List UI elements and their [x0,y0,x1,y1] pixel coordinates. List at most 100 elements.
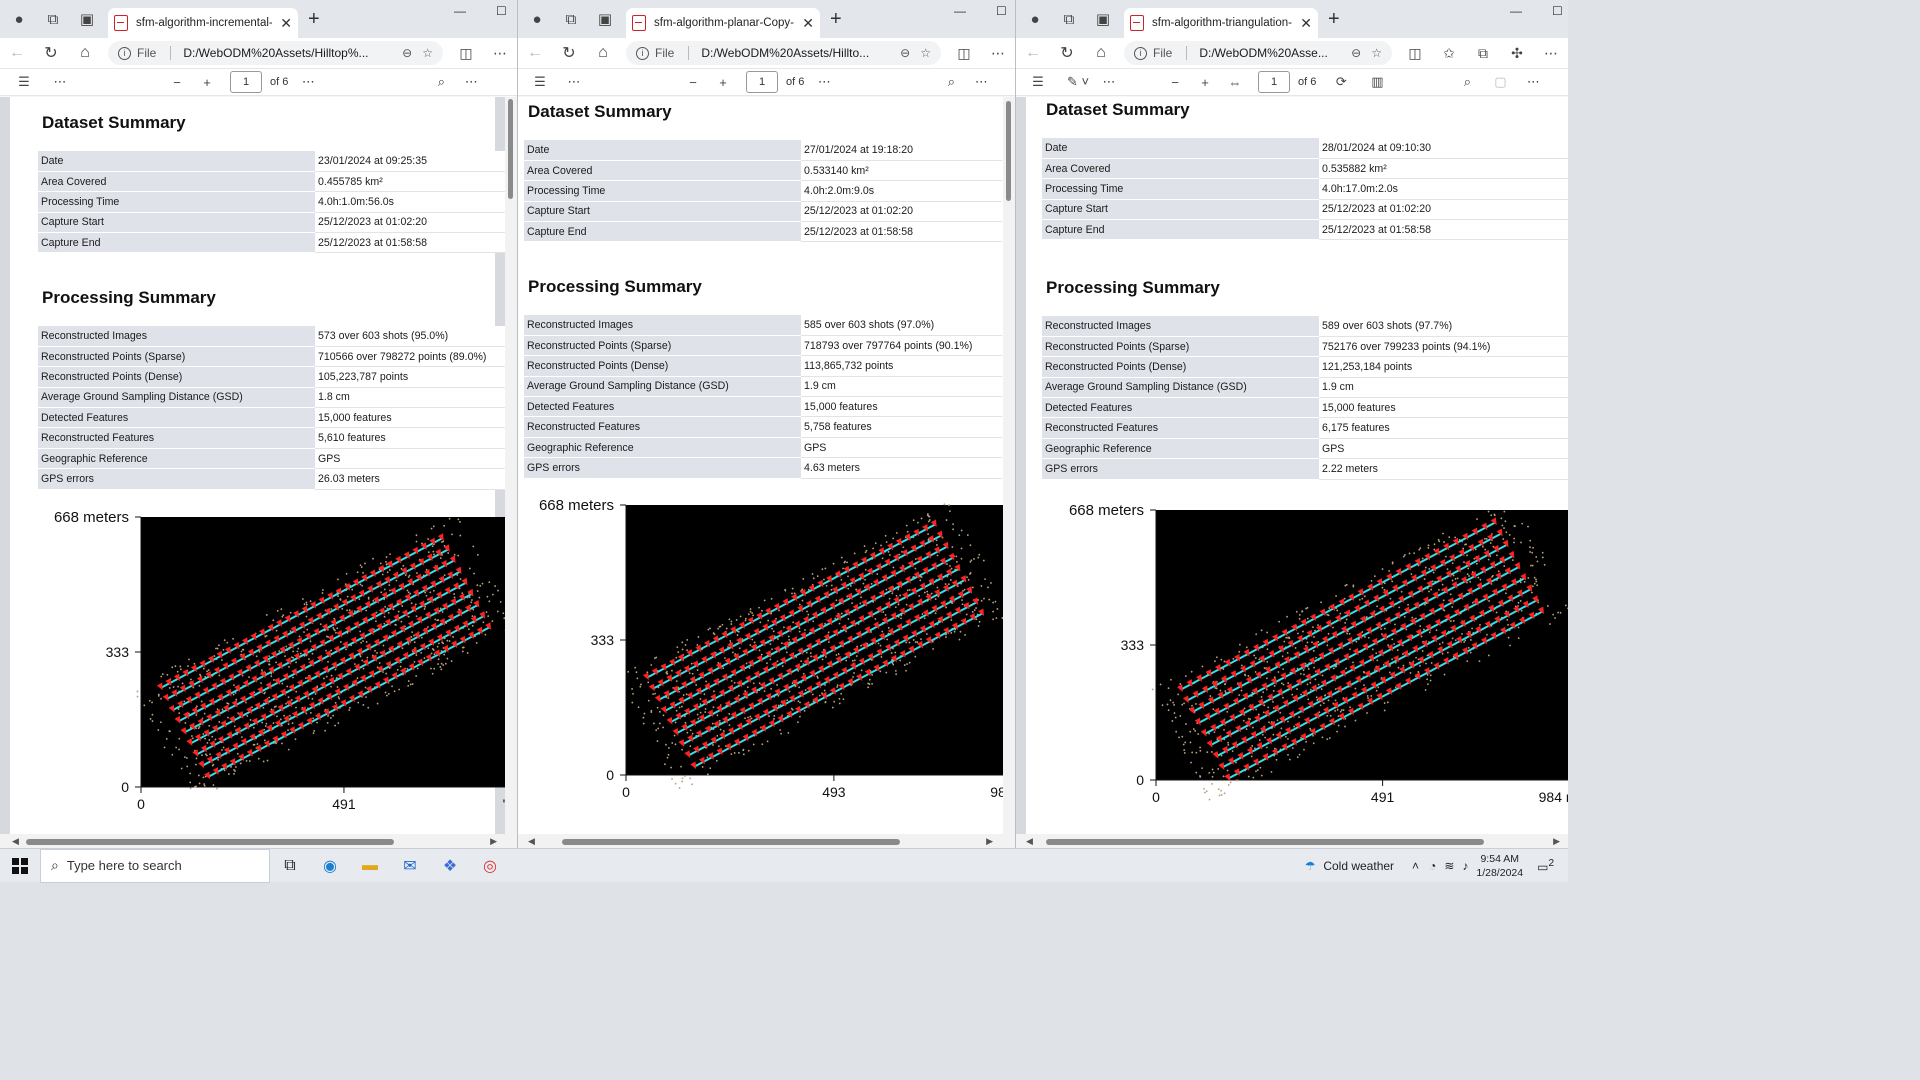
vertical-scrollbar[interactable] [1003,97,1015,834]
horizontal-scrollbar[interactable]: ◀ ▶ [1016,834,1568,848]
taskbar-search[interactable]: ⌕ Type here to search [40,848,270,883]
more-menu-icon[interactable]: ⋯ [1534,45,1568,62]
close-tab-icon[interactable]: ✕ [280,15,292,32]
workspaces-icon[interactable]: ⧉ [1054,4,1084,34]
zoom-icon[interactable]: ⊖ [402,46,412,60]
favorites-icon[interactable]: ✩ [1432,45,1466,62]
minimize-icon[interactable]: — [954,4,966,18]
profile-icon[interactable]: ● [1020,4,1050,34]
save-icon[interactable]: ▢ [1482,74,1518,90]
zoom-in-icon[interactable]: + [192,75,222,90]
task-view-icon[interactable]: ⧉ [270,849,310,883]
workspaces-icon[interactable]: ⧉ [556,4,586,34]
settings-more-icon[interactable]: ⋯ [1518,74,1548,90]
find-icon[interactable]: ⌕ [426,74,456,90]
chrome-icon[interactable]: ◎ [470,849,510,883]
refresh-icon[interactable]: ↻ [552,43,586,63]
active-tab[interactable]: sfm-algorithm-planar-Copy-of-N ✕ [626,8,820,38]
more-menu-icon[interactable]: ⋯ [483,45,517,62]
info-icon[interactable]: i [118,46,131,60]
weather-icon[interactable]: ☂ [1305,859,1316,873]
close-tab-icon[interactable]: ✕ [802,15,814,32]
zoom-icon[interactable]: ⊖ [1351,46,1361,60]
zoom-out-icon[interactable]: − [678,75,708,90]
horizontal-scrollbar[interactable]: ◀ ▶ [518,834,1015,848]
zoom-in-icon[interactable]: + [1190,75,1220,90]
zoom-out-icon[interactable]: − [162,75,192,90]
collections-icon[interactable]: ⧉ [1466,45,1500,62]
rotate-icon[interactable]: ⟳ [1324,74,1358,90]
close-tab-icon[interactable]: ✕ [1300,15,1312,32]
tab-actions-icon[interactable]: ▣ [72,4,102,34]
url-field[interactable]: i File D:/WebODM%20Assets/Hilltop%... ⊖ … [108,41,443,65]
minimize-icon[interactable]: — [454,4,466,18]
back-icon[interactable]: ← [1016,44,1050,62]
favorite-star-icon[interactable]: ☆ [920,46,931,60]
url-field[interactable]: i File D:/WebODM%20Assets/Hillto... ⊖ ☆ [626,41,941,65]
active-tab[interactable]: sfm-algorithm-triangulation-Cop ✕ [1124,8,1318,38]
app-icon[interactable]: ❖ [430,849,470,883]
draw-icon[interactable]: ✎ ˅ [1060,74,1096,90]
contents-icon[interactable]: ☰ [518,74,562,90]
wifi-icon[interactable]: ≋ [1444,859,1454,873]
home-icon[interactable]: ⌂ [586,44,620,62]
page-number-input[interactable]: 1 [746,71,778,93]
info-icon[interactable]: i [1134,46,1147,60]
refresh-icon[interactable]: ↻ [34,43,68,63]
file-explorer-icon[interactable]: ▬ [350,849,390,883]
maximize-icon[interactable]: ☐ [496,4,507,18]
split-screen-icon[interactable]: ◫ [947,45,981,62]
profile-icon[interactable]: ● [4,4,34,34]
find-icon[interactable]: ⌕ [936,74,966,90]
maximize-icon[interactable]: ☐ [996,4,1007,18]
toolbar-more-icon[interactable]: ⋯ [1096,74,1122,90]
back-icon[interactable]: ← [0,44,34,62]
info-icon[interactable]: i [636,46,649,60]
new-tab-button[interactable]: + [830,8,842,31]
page-more-icon[interactable]: ⋯ [296,74,320,90]
workspaces-icon[interactable]: ⧉ [38,4,68,34]
settings-more-icon[interactable]: ⋯ [456,74,486,90]
fit-width-icon[interactable]: ⇔ [1220,75,1250,90]
find-icon[interactable]: ⌕ [1452,74,1482,90]
active-tab[interactable]: sfm-algorithm-incremental-Mod ✕ [108,8,298,38]
profile-icon[interactable]: ● [522,4,552,34]
split-screen-icon[interactable]: ◫ [449,45,483,62]
home-icon[interactable]: ⌂ [68,44,102,62]
contents-icon[interactable]: ☰ [1016,74,1060,90]
contents-icon[interactable]: ☰ [0,74,48,90]
tab-actions-icon[interactable]: ▣ [590,4,620,34]
page-number-input[interactable]: 1 [230,71,262,93]
weather-text[interactable]: Cold weather [1323,859,1394,873]
page-more-icon[interactable]: ⋯ [812,74,836,90]
maximize-icon[interactable]: ☐ [1552,4,1563,18]
vertical-scrollbar[interactable] [505,97,517,834]
favorite-star-icon[interactable]: ☆ [422,46,433,60]
page-number-input[interactable]: 1 [1258,71,1290,93]
home-icon[interactable]: ⌂ [1084,44,1118,62]
more-menu-icon[interactable]: ⋯ [981,45,1015,62]
favorite-star-icon[interactable]: ☆ [1371,46,1382,60]
volume-icon[interactable]: ♪ [1462,859,1468,873]
new-tab-button[interactable]: + [1328,8,1340,31]
back-icon[interactable]: ← [518,44,552,62]
url-field[interactable]: i File D:/WebODM%20Asse... ⊖ ☆ [1124,41,1392,65]
minimize-icon[interactable]: — [1510,4,1522,18]
start-button[interactable] [0,849,40,883]
toolbar-more-icon[interactable]: ⋯ [48,74,72,90]
horizontal-scrollbar[interactable]: ◀ ▶ [0,834,517,848]
zoom-icon[interactable]: ⊖ [900,46,910,60]
notifications-icon[interactable]: ▭2 [1537,858,1554,874]
page-view-icon[interactable]: ▥ [1358,74,1396,90]
toolbar-more-icon[interactable]: ⋯ [562,74,586,90]
edge-icon[interactable]: ◉ [310,849,350,883]
chevron-up-icon[interactable]: ˄ [1412,859,1419,873]
refresh-icon[interactable]: ↻ [1050,43,1084,63]
network-icon[interactable]: ◔ [1429,859,1436,873]
mail-icon[interactable]: ✉ [390,849,430,883]
zoom-out-icon[interactable]: − [1160,75,1190,90]
extensions-icon[interactable]: ✣ [1500,45,1534,62]
settings-more-icon[interactable]: ⋯ [966,74,996,90]
clock[interactable]: 9:54 AM 1/28/2024 [1476,852,1523,880]
zoom-in-icon[interactable]: + [708,75,738,90]
